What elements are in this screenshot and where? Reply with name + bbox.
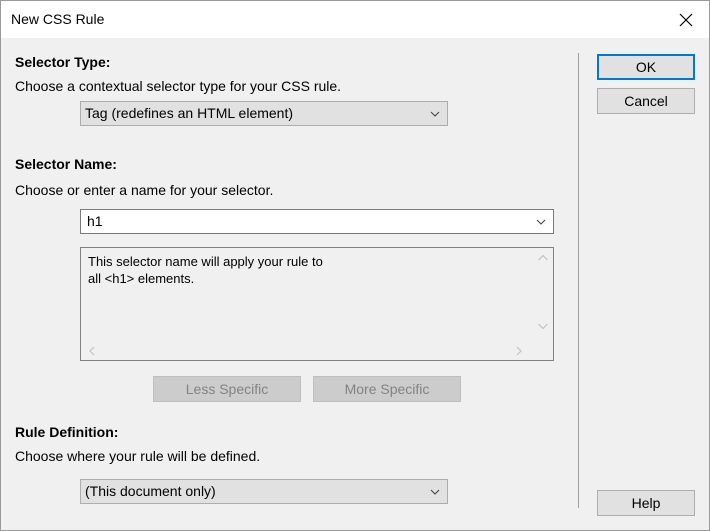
selector-type-dropdown[interactable]: Tag (redefines an HTML element) <box>80 101 448 126</box>
selector-info-text: This selector name will apply your rule … <box>88 254 323 286</box>
selector-name-description: Choose or enter a name for your selector… <box>15 182 274 198</box>
selector-info-textarea[interactable]: This selector name will apply your rule … <box>80 247 554 361</box>
window-title: New CSS Rule <box>11 11 105 27</box>
selector-name-heading: Selector Name: <box>15 156 117 172</box>
selector-type-value: Tag (redefines an HTML element) <box>85 105 294 121</box>
ok-button[interactable]: OK <box>597 54 695 80</box>
chevron-up-icon <box>538 254 548 261</box>
chevron-right-icon <box>516 346 522 356</box>
title-bar: New CSS Rule <box>1 1 709 38</box>
chevron-down-icon <box>430 111 440 117</box>
rule-definition-heading: Rule Definition: <box>15 424 119 440</box>
more-specific-button[interactable]: More Specific <box>313 376 461 402</box>
selector-type-heading: Selector Type: <box>15 54 111 70</box>
help-button[interactable]: Help <box>597 490 695 516</box>
rule-definition-value: (This document only) <box>85 483 216 499</box>
cancel-button[interactable]: Cancel <box>597 88 695 114</box>
rule-definition-description: Choose where your rule will be defined. <box>15 448 261 464</box>
chevron-down-icon <box>538 323 548 330</box>
selector-name-value: h1 <box>87 213 103 229</box>
close-icon <box>679 13 693 26</box>
less-specific-label: Less Specific <box>185 381 269 397</box>
more-specific-label: More Specific <box>344 381 430 397</box>
selector-type-description: Choose a contextual selector type for yo… <box>15 78 342 94</box>
ok-label: OK <box>635 59 657 75</box>
chevron-down-icon <box>430 489 440 495</box>
close-button[interactable] <box>663 1 709 38</box>
vertical-separator <box>578 53 579 508</box>
rule-definition-dropdown[interactable]: (This document only) <box>80 479 448 504</box>
less-specific-button[interactable]: Less Specific <box>153 376 301 402</box>
chevron-left-icon <box>89 346 95 356</box>
help-label: Help <box>631 495 661 511</box>
new-css-rule-dialog: New CSS Rule Selector Type: Choose a con… <box>0 0 710 531</box>
vertical-scrollbar[interactable] <box>533 248 553 343</box>
cancel-label: Cancel <box>624 93 668 109</box>
horizontal-scrollbar[interactable] <box>81 342 533 360</box>
chevron-down-icon <box>536 219 546 225</box>
selector-name-combobox[interactable]: h1 <box>80 209 554 234</box>
